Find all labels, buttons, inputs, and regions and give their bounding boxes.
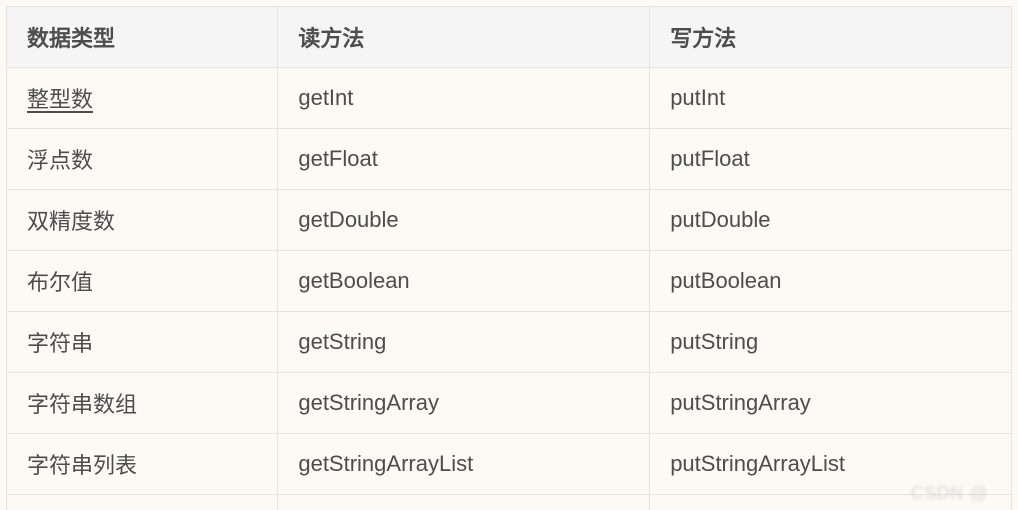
cell-read: getString [278, 312, 650, 373]
cell-write: putInt [650, 68, 1012, 129]
cell-write: putDouble [650, 190, 1012, 251]
cell-read: getBoolean [278, 251, 650, 312]
cell-type: 布尔值 [7, 251, 278, 312]
cell-write: putString [650, 312, 1012, 373]
cell-write: putBoolean [650, 251, 1012, 312]
col-header-write: 写方法 [650, 7, 1012, 68]
cell-type[interactable]: 整型数 [7, 68, 278, 129]
cell-type: 可序列化结构 [7, 495, 278, 510]
cell-read: getStringArrayList [278, 434, 650, 495]
cell-read: getFloat [278, 129, 650, 190]
table-row: 整型数 getInt putInt [7, 68, 1012, 129]
cell-write: putFloat [650, 129, 1012, 190]
cell-write: putStringArrayList [650, 434, 1012, 495]
cell-type: 字符串列表 [7, 434, 278, 495]
cell-type: 双精度数 [7, 190, 278, 251]
cell-write: putStringArray [650, 373, 1012, 434]
cell-read: getSerializable [278, 495, 650, 510]
cell-read: getDouble [278, 190, 650, 251]
table-row: 可序列化结构 getSerializable putSerializable [7, 495, 1012, 510]
table-row: 字符串列表 getStringArrayList putStringArrayL… [7, 434, 1012, 495]
table-row: 字符串数组 getStringArray putStringArray [7, 373, 1012, 434]
col-header-type: 数据类型 [7, 7, 278, 68]
table-row: 字符串 getString putString [7, 312, 1012, 373]
table-row: 双精度数 getDouble putDouble [7, 190, 1012, 251]
cell-type: 字符串 [7, 312, 278, 373]
table-row: 布尔值 getBoolean putBoolean [7, 251, 1012, 312]
methods-table: 数据类型 读方法 写方法 整型数 getInt putInt 浮点数 getFl… [6, 6, 1012, 510]
cell-write: putSerializable [650, 495, 1012, 510]
cell-read: getStringArray [278, 373, 650, 434]
table-header-row: 数据类型 读方法 写方法 [7, 7, 1012, 68]
table-row: 浮点数 getFloat putFloat [7, 129, 1012, 190]
cell-type: 浮点数 [7, 129, 278, 190]
col-header-read: 读方法 [278, 7, 650, 68]
type-link[interactable]: 整型数 [27, 87, 93, 112]
cell-type: 字符串数组 [7, 373, 278, 434]
cell-read: getInt [278, 68, 650, 129]
